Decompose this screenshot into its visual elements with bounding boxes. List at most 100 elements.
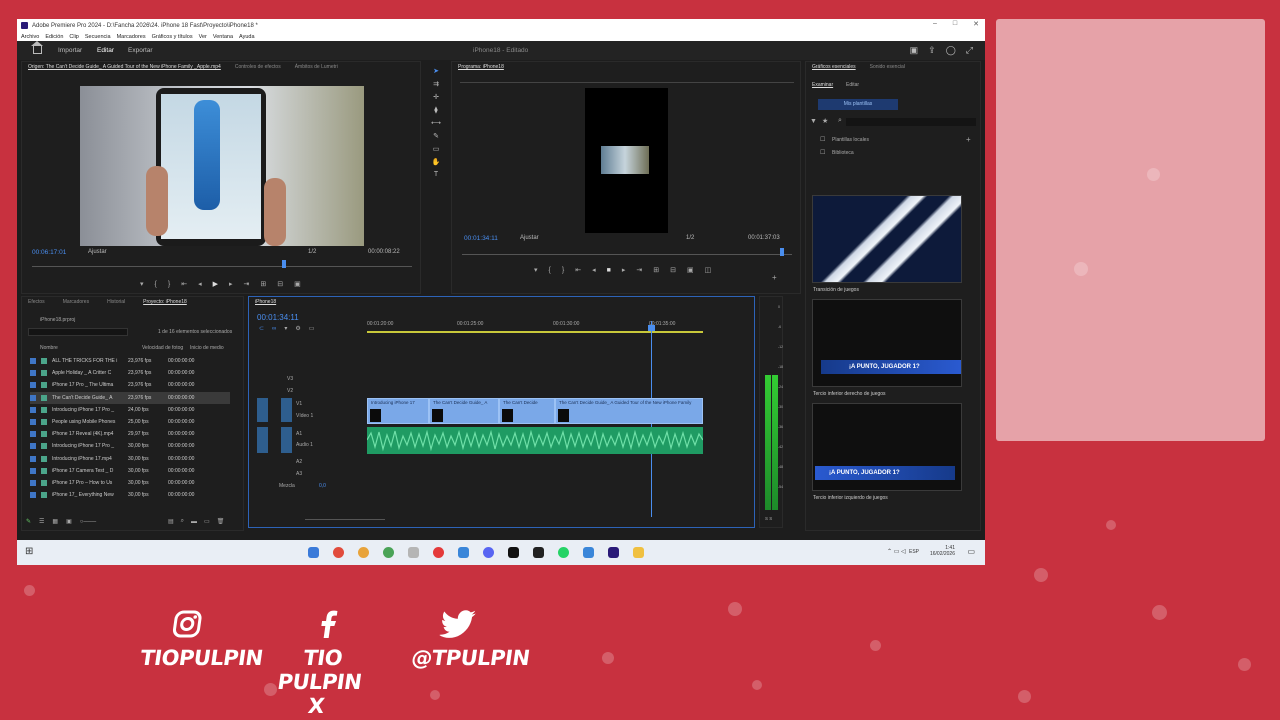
pen-icon[interactable]: ✎ <box>433 132 439 140</box>
frame-forward-icon[interactable]: ▸ <box>229 280 233 288</box>
tray-icons[interactable]: ⌃ ▭ ◁ <box>887 548 906 555</box>
fullscreen-icon[interactable]: ⤢ <box>966 45 973 56</box>
export-frame-icon[interactable]: ▣ <box>294 280 301 288</box>
my-templates-button[interactable]: Mis plantillas <box>818 99 898 110</box>
list-item[interactable]: iPhone 17 Pro – How to Us 30,00 fps 00:00:… <box>30 477 230 489</box>
menu-secuencia[interactable]: Secuencia <box>85 34 111 40</box>
tab-lumetri-scopes[interactable]: Ámbitos de Lumetri <box>295 64 338 70</box>
add-button-icon[interactable]: + <box>772 273 777 282</box>
menu-archivo[interactable]: Archivo <box>21 34 39 40</box>
frame-back-icon[interactable]: ◂ <box>198 280 202 288</box>
step-back-icon[interactable]: ⇤ <box>575 266 581 274</box>
hand-tool-icon[interactable]: ✋ <box>432 158 441 166</box>
template-card[interactable]: Transición de juegos <box>812 195 962 293</box>
ripple-edit-icon[interactable]: ✛ <box>433 93 439 101</box>
chrome-icon[interactable] <box>333 547 344 558</box>
list-item[interactable]: iPhone 17 Camera Test _ D 30,00 fps 00:00:… <box>30 465 230 477</box>
razor-icon[interactable]: ⧫ <box>434 106 437 114</box>
checkbox-icon[interactable]: ☐ <box>820 149 825 156</box>
mark-out-icon[interactable]: } <box>562 267 564 274</box>
windows-start-icon[interactable]: ⊞ <box>25 546 33 557</box>
maximize-button[interactable]: □ <box>953 20 957 28</box>
file-explorer-icon[interactable] <box>633 547 644 558</box>
list-item[interactable]: Introducing iPhone 17.mp4 30,00 fps 00:00:… <box>30 453 230 465</box>
list-item[interactable]: iPhone 17 Pro _ The Ultima 23,976 fps 00:0… <box>30 379 230 391</box>
capcut-icon[interactable] <box>533 547 544 558</box>
source-timecode[interactable]: 00:06:17:01 <box>32 249 66 256</box>
overwrite-icon[interactable]: ⊟ <box>277 280 283 288</box>
template-card[interactable]: ¡A PUNTO, JUGADOR 1? Tercio inferior der… <box>812 299 962 397</box>
menu-ver[interactable]: Ver <box>199 34 207 40</box>
zoom-slider[interactable]: ○─── <box>80 519 96 525</box>
source-playhead[interactable] <box>282 260 286 268</box>
tab-effects[interactable]: Efectos <box>28 299 45 305</box>
type-tool-icon[interactable]: T <box>434 171 438 178</box>
whatsapp-icon[interactable] <box>558 547 569 558</box>
mix-value[interactable]: 0,0 <box>319 483 326 489</box>
discord-icon[interactable] <box>483 547 494 558</box>
tab-effect-controls[interactable]: Controles de efectos <box>235 64 281 70</box>
program-scrubber[interactable] <box>462 254 792 255</box>
tab-program[interactable]: Programa: iPhone18 <box>458 64 504 70</box>
checkbox-icon[interactable]: ☐ <box>820 136 825 143</box>
program-timecode[interactable]: 00:01:34:11 <box>464 235 498 242</box>
tab-project[interactable]: Proyecto: iPhone18 <box>143 299 187 305</box>
list-item[interactable]: ALL THE TRICKS FOR THE i 23,976 fps 00:00:… <box>30 355 230 367</box>
snap-icon[interactable]: ⊂ <box>259 325 264 332</box>
list-item[interactable]: Introducing iPhone 17 Pro _ 24,00 fps 00:0… <box>30 404 230 416</box>
play-icon[interactable]: ▶ <box>213 280 218 288</box>
column-start[interactable]: Inicio de medio <box>190 345 224 351</box>
notification-icon[interactable]: ▭ <box>967 547 975 556</box>
source-patch-v1[interactable] <box>257 398 268 422</box>
tab-edit[interactable]: Editar <box>846 82 859 88</box>
graphics-search-input[interactable] <box>846 118 976 126</box>
audio-clip[interactable] <box>367 427 703 454</box>
source-fit-select[interactable]: Ajustar <box>88 249 107 255</box>
rectangle-icon[interactable]: ▭ <box>433 145 440 153</box>
edit-icon[interactable]: ✎ <box>26 518 31 525</box>
track-target-v1[interactable] <box>281 398 292 422</box>
playhead-handle[interactable] <box>648 325 655 331</box>
menu-marcadores[interactable]: Marcadores <box>117 34 146 40</box>
icon-view-icon[interactable]: ▦ <box>52 518 58 525</box>
step-forward-icon[interactable]: ⇥ <box>636 266 642 274</box>
insert-icon[interactable]: ⊞ <box>260 280 266 288</box>
mark-out-icon[interactable]: } <box>168 281 170 288</box>
mark-in-icon[interactable]: { <box>155 281 157 288</box>
source-ratio-select[interactable]: 1/2 <box>308 249 316 255</box>
timeline-timecode[interactable]: 00:01:34:11 <box>257 313 299 322</box>
chrome-icon[interactable] <box>383 547 394 558</box>
search-icon[interactable]: ⌕ <box>838 117 842 125</box>
share-icon[interactable]: ⇪ <box>928 45 936 56</box>
new-bin-icon[interactable]: ▬ <box>191 519 197 525</box>
captions-icon[interactable]: ▭ <box>309 325 315 332</box>
menu-edicion[interactable]: Edición <box>45 34 63 40</box>
template-card[interactable]: ¡A PUNTO, JUGADOR 1? Tercio inferior izq… <box>812 403 962 501</box>
program-playhead[interactable] <box>780 248 784 256</box>
tab-exportar[interactable]: Exportar <box>128 47 153 54</box>
add-marker-icon[interactable]: ▾ <box>284 325 287 332</box>
program-fit-select[interactable]: Ajustar <box>520 235 539 241</box>
column-fps[interactable]: Velocidad de fotog <box>142 345 183 351</box>
source-patch-a1[interactable] <box>257 427 268 453</box>
new-item-icon[interactable]: ▭ <box>204 518 210 525</box>
solo-buttons[interactable]: S S <box>765 516 772 521</box>
tab-markers[interactable]: Marcadores <box>63 299 89 305</box>
chrome-icon[interactable] <box>358 547 369 558</box>
filter-icon[interactable]: ▼ <box>810 118 817 125</box>
program-ratio-select[interactable]: 1/2 <box>686 235 694 241</box>
video-clip[interactable]: Introducing iPhone 17 <box>367 398 429 424</box>
track-target-a1[interactable] <box>281 427 292 453</box>
progress-icon[interactable]: ◯ <box>946 45 956 56</box>
add-icon[interactable]: + <box>966 135 971 144</box>
tab-browse[interactable]: Examinar <box>812 82 833 88</box>
workspace-icon[interactable]: ▣ <box>910 45 919 56</box>
step-back-icon[interactable]: ⇤ <box>181 280 187 288</box>
step-forward-icon[interactable]: ⇥ <box>244 280 250 288</box>
tab-essential-graphics[interactable]: Gráficos esenciales <box>812 64 856 70</box>
marker-icon[interactable]: ▾ <box>534 266 538 274</box>
mark-in-icon[interactable]: { <box>549 267 551 274</box>
app-icon[interactable] <box>433 547 444 558</box>
marker-icon[interactable]: ▾ <box>140 280 144 288</box>
video-clip[interactable]: The Can't Decide Guide_ A Guided Tour of… <box>555 398 703 424</box>
